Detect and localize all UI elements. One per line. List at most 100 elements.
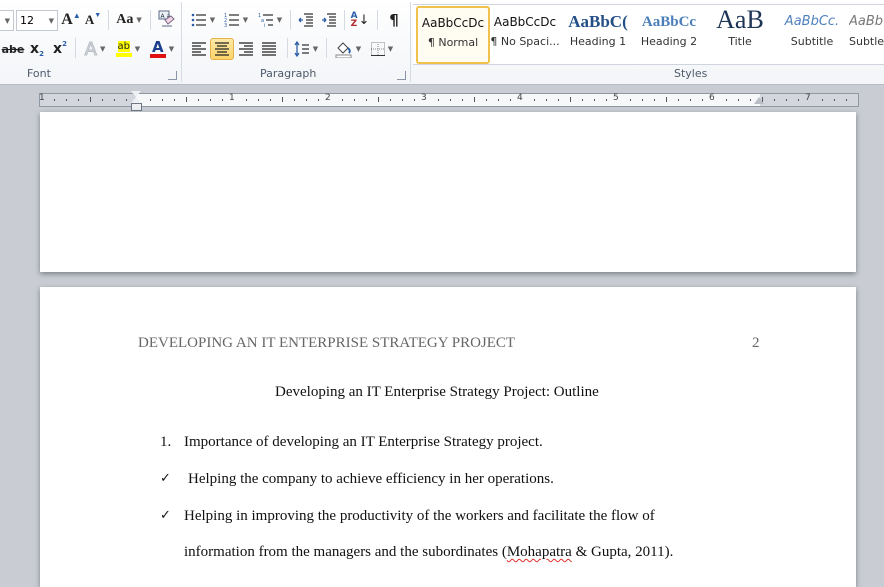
ruler-tick [318,99,319,101]
horizontal-ruler[interactable]: 1 1 2 3 4 5 6 7 [39,93,859,107]
line-spacing-icon [294,41,309,57]
align-center-button[interactable] [210,38,234,60]
svg-text:i: i [264,23,265,28]
style-heading-2[interactable]: AaBbCc Heading 2 [634,7,704,61]
misspelled-word[interactable]: Mohapatra [507,544,572,560]
styles-gallery: AaBbCcDc ¶ Normal AaBbCcDc ¶ No Spaci...… [413,4,884,65]
ruler-tick [378,97,379,102]
chevron-down-icon: ▼ [136,16,142,24]
align-left-button[interactable] [188,38,210,60]
shading-button[interactable]: ▼ [332,38,364,60]
superscript-button[interactable]: x2 [50,38,70,60]
document-page-2[interactable]: DEVELOPING AN IT ENTERPRISE STRATEGY PRO… [40,287,856,587]
ruler-tick [282,97,283,102]
ruler-tick [150,99,151,101]
font-dialog-launcher[interactable] [168,71,177,80]
ruler-number: 7 [805,93,811,103]
borders-button[interactable]: ▼ [367,38,397,60]
justify-button[interactable] [258,38,280,60]
ruler-tick [222,99,223,101]
sort-button[interactable]: A Z ↓ [349,9,371,31]
style-subtle-emphasis[interactable]: AaBb Subtle [849,7,884,61]
ruler-tick [594,99,595,101]
multilevel-list-button[interactable]: 1ai ▼ [256,9,284,31]
change-case-icon: Aa [116,12,134,27]
ruler-tick [78,99,79,101]
ruler-bar: 1 1 2 3 4 5 6 7 [0,85,884,112]
style-no-spacing[interactable]: AaBbCcDc ¶ No Spaci... [490,7,560,61]
bullets-button[interactable]: ▼ [189,9,217,31]
group-separator [181,2,182,82]
chevron-down-icon: ▼ [134,45,141,53]
ruler-tick [342,99,343,101]
ruler-tick [450,99,451,101]
style-heading-1[interactable]: AaBbC( Heading 1 [563,7,633,61]
paragraph-dialog-launcher[interactable] [397,71,406,80]
ruler-tick [486,99,487,101]
separator [108,10,109,30]
strikethrough-button[interactable]: abe [2,38,25,60]
style-normal[interactable]: AaBbCcDc ¶ Normal [416,6,490,64]
style-subtitle[interactable]: AaBbCc. Subtitle [777,7,847,61]
style-name: ¶ No Spaci... [490,35,560,48]
font-color-button[interactable]: A ▼ [146,38,178,60]
numbering-icon: 123 [224,13,239,28]
grow-font-icon: A [61,11,73,28]
separator [150,10,151,30]
ruler-tick [558,99,559,101]
ruler-tick [270,99,271,101]
chevron-down-icon: ▼ [209,16,216,24]
ruler-tick [690,99,691,101]
ruler-tick [774,99,775,101]
style-name: Title [728,35,752,48]
ruler-tick [414,99,415,101]
list-item-importance: Importance of developing an IT Enterpris… [184,434,543,450]
checkmark-icon: ✓ [160,471,171,486]
ruler-number: 6 [709,93,715,103]
style-title[interactable]: AaB Title [705,7,775,61]
checkmark-icon: ✓ [160,508,171,523]
ruler-tick [546,99,547,101]
font-size-combo[interactable]: 12 ▼ [16,10,58,31]
ruler-tick [702,99,703,101]
grow-font-button[interactable]: A ▲ [61,9,81,31]
ruler-tick [570,97,571,102]
paragraph-group-label: Paragraph [260,67,317,80]
ruler-tick [186,97,187,102]
numbering-button[interactable]: 123 ▼ [222,9,250,31]
borders-icon [370,42,385,56]
ruler-tick [666,97,667,102]
separator [326,38,327,58]
align-right-button[interactable] [235,38,257,60]
ruler-number: 1 [39,93,45,103]
left-indent-marker[interactable] [131,103,142,111]
shrink-font-button[interactable]: A ▼ [84,9,102,31]
document-page-1[interactable] [40,112,856,272]
line-spacing-button[interactable]: ▼ [292,38,320,60]
text-effects-icon: A [84,38,97,60]
ruler-tick [114,99,115,101]
svg-text:3: 3 [224,23,227,28]
ruler-tick [366,99,367,101]
subscript-button[interactable]: x2 [27,38,47,60]
change-case-button[interactable]: Aa ▼ [114,9,144,31]
increase-indent-button[interactable] [319,9,339,31]
ruler-number: 5 [613,93,619,103]
ruler-tick [834,99,835,101]
text-effects-button[interactable]: A ▼ [80,38,110,60]
pilcrow-icon: ¶ [389,11,399,29]
ruler-tick [750,99,751,101]
font-name-combo[interactable]: ▼ [0,10,14,31]
ruler-number: 1 [229,93,235,103]
ruler-tick [510,99,511,101]
right-indent-marker[interactable] [754,97,764,104]
multilevel-list-icon: 1ai [258,13,273,28]
show-hide-button[interactable]: ¶ [384,9,404,31]
font-group-label: Font [27,67,51,80]
list-number: 1. [160,434,172,450]
ruler-tick [642,99,643,101]
highlight-button[interactable]: ab ▼ [112,38,144,60]
highlighter-icon: ab [117,41,131,52]
clear-formatting-button[interactable]: A a [155,8,177,30]
decrease-indent-button[interactable] [296,9,316,31]
